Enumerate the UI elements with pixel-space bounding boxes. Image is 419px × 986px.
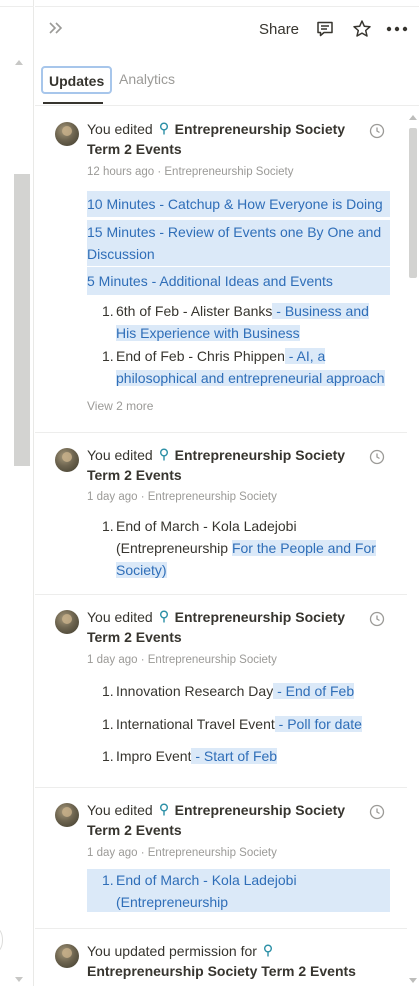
list-item-text: 6th of Feb - Alister Banks [116,303,273,319]
list-number: 1. [102,872,114,888]
update-headline: You edited Entrepreneurship Society Term … [87,119,357,159]
updates-panel: Share Updates Analytics You edited Entrep… [35,0,419,986]
double-chevron-right-icon[interactable] [47,20,67,38]
update-card[interactable]: You updated permission for Entrepreneursh… [35,929,407,986]
avatar [55,803,79,827]
page-scrollbar-thumb[interactable] [14,174,30,466]
update-card[interactable]: You edited Entrepreneurship Society Term … [35,788,407,929]
update-headline: You edited Entrepreneurship Society Term … [87,445,357,485]
update-meta: 1 day ago · Entrepreneurship Society [87,491,277,503]
feed-scrollbar-thumb[interactable] [409,128,417,278]
diff-line: 15 Minutes - Review of Events one By One… [87,224,382,262]
timestamp: 1 day ago [87,847,138,859]
added-text: - End of Feb [273,683,355,699]
list-item: 1. End of Feb - Chris Phippen - AI, a ph… [102,345,392,389]
list-item-text: End of March - Kola Ladejobi (Entreprene… [116,872,297,910]
list-item: 1. 6th of Feb - Alister Banks - Business… [102,300,392,344]
lightbulb-icon [159,121,169,135]
active-tab-indicator [43,102,103,104]
avatar [55,448,79,472]
feed-scrollbar[interactable] [407,112,419,986]
list-item: 1. Innovation Research Day - End of Feb [102,680,392,702]
clock-icon[interactable] [369,449,385,465]
list-number: 1. [102,683,114,699]
update-meta: 1 day ago · Entrepreneurship Society [87,847,277,859]
scroll-down-arrow-icon[interactable] [409,978,417,983]
update-card[interactable]: You edited Entrepreneurship Society Term … [35,433,407,595]
panel-topbar: Share [35,0,419,60]
actor-text: You edited [87,609,153,625]
scroll-up-arrow-icon[interactable] [15,60,23,65]
list-number: 1. [102,518,114,534]
update-meta: 12 hours ago · Entrepreneurship Society [87,166,294,178]
update-card[interactable]: You edited Entrepreneurship Society Term … [35,595,407,788]
workspace-name: Entrepreneurship Society [147,847,277,859]
list-number: 1. [102,303,114,319]
avatar [55,610,79,634]
timestamp: 1 day ago [87,654,138,666]
update-meta: 1 day ago · Entrepreneurship Society [87,654,277,666]
panel-tabs: Updates Analytics [35,64,419,106]
list-item: 1. Impro Event - Start of Feb [102,745,392,767]
update-headline: You edited Entrepreneurship Society Term … [87,607,357,647]
workspace-name: Entrepreneurship Society [147,491,277,503]
comment-icon[interactable] [314,18,336,40]
actor-text: You edited [87,121,153,137]
diff-line: 10 Minutes - Catchup & How Everyone is D… [87,196,383,212]
list-item: 1. End of March - Kola Ladejobi (Entrepr… [102,515,392,581]
workspace-name: Entrepreneurship Society [164,166,294,178]
timestamp: 1 day ago [87,491,138,503]
list-item-text: Impro Event [116,748,192,764]
page-edge [0,0,34,986]
workspace-name: Entrepreneurship Society [147,654,277,666]
lightbulb-icon [263,943,273,957]
scroll-up-arrow-icon[interactable] [409,115,417,120]
update-headline: You updated permission for Entrepreneursh… [87,941,357,981]
list-item: 1. International Travel Event - Poll for… [102,713,392,735]
scroll-down-arrow-icon[interactable] [15,977,23,982]
page-link[interactable]: Entrepreneurship Society Term 2 Events [87,963,356,979]
update-card[interactable]: You edited Entrepreneurship Society Term … [35,107,407,433]
list-number: 1. [102,716,114,732]
list-item-text: International Travel Event [116,716,275,732]
clock-icon[interactable] [369,123,385,139]
list-item-text: Innovation Research Day [116,683,274,699]
lightbulb-icon [159,802,169,816]
actor-text: You edited [87,802,153,818]
clock-icon[interactable] [369,611,385,627]
divider [0,6,34,7]
list-item-text: End of Feb - Chris Phippen [116,348,285,364]
actor-text: You updated permission for [87,943,257,959]
more-horizontal-icon[interactable] [386,18,408,40]
added-text: - Poll for date [274,716,362,732]
list-number: 1. [102,348,114,364]
added-text: - Start of Feb [191,748,278,764]
tab-analytics[interactable]: Analytics [113,66,181,94]
lightbulb-icon [159,447,169,461]
share-button[interactable]: Share [259,20,299,40]
update-headline: You edited Entrepreneurship Society Term … [87,800,357,840]
actor-text: You edited [87,447,153,463]
divider [35,6,419,7]
lightbulb-icon [159,609,169,623]
view-more-link[interactable]: View 2 more [87,399,153,413]
floating-button-edge[interactable] [0,928,3,952]
star-icon[interactable] [351,18,373,40]
list-number: 1. [102,748,114,764]
clock-icon[interactable] [369,804,385,820]
updates-feed: You edited Entrepreneurship Society Term … [35,107,407,986]
tab-updates[interactable]: Updates [41,66,113,94]
avatar [55,944,79,968]
avatar [55,122,79,146]
timestamp: 12 hours ago [87,166,155,178]
list-item: 1. End of March - Kola Ladejobi (Entrepr… [102,869,322,913]
diff-line: 5 Minutes - Additional Ideas and Events [87,273,333,289]
